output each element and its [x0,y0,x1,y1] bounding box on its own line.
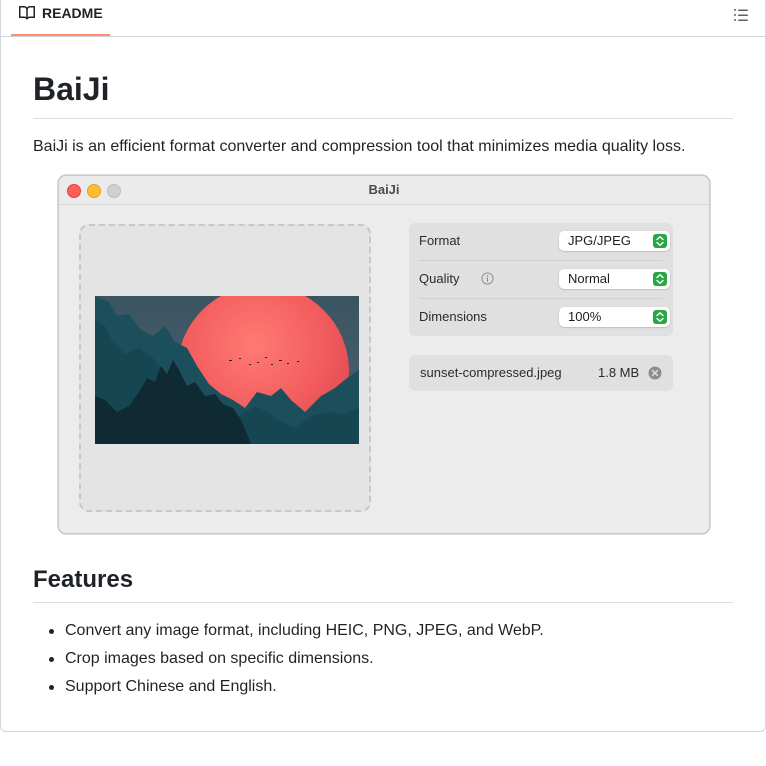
quality-value: Normal [568,271,610,286]
intro-paragraph: BaiJi is an efficient format converter a… [33,138,686,155]
sunset-mountain-image [95,296,359,444]
window-titlebar: BaiJi [59,176,709,205]
settings-panel: Format JPG/JPEG Quality Normal Dimension… [409,223,673,336]
app-screenshot: BaiJi Format JPG/JPEG Quality Normal Dim… [58,175,710,534]
format-value: JPG/JPEG [568,233,631,248]
list-item: Convert any image format, including HEIC… [33,621,544,649]
dimensions-select[interactable]: 100% [559,307,670,327]
list-item: Crop images based on specific dimensions… [33,649,544,677]
feature-text: Support Chinese and English. [65,678,277,695]
chevron-updown-icon [653,272,667,286]
list-item: Support Chinese and English. [33,677,544,705]
book-icon [19,5,36,20]
features-divider [33,602,733,603]
chevron-updown-icon [653,310,667,324]
chevron-updown-icon [653,234,667,248]
title-divider [33,118,733,119]
outline-button[interactable] [729,3,753,27]
setting-row-quality: Quality Normal [419,261,670,299]
feature-text: Crop images based on specific dimensions… [65,650,374,667]
bullet [49,657,54,662]
image-drop-zone [79,224,371,512]
window-title: BaiJi [368,182,400,197]
bullet [49,629,54,634]
close-circle-icon[interactable] [648,366,662,380]
feature-text: Convert any image format, including HEIC… [65,622,544,639]
file-name: sunset-compressed.jpeg [420,365,562,380]
features-list: Convert any image format, including HEIC… [33,621,544,705]
list-unordered-icon [734,9,748,21]
tab-readme[interactable]: README [11,0,110,36]
readme-header: README [1,0,765,37]
format-select[interactable]: JPG/JPEG [559,231,670,251]
file-size: 1.8 MB [598,365,640,380]
file-list-item[interactable]: sunset-compressed.jpeg 1.8 MB [409,355,673,391]
quality-label: Quality [419,271,460,286]
features-heading: Features [33,566,134,593]
dimensions-value: 100% [568,309,602,324]
quality-select[interactable]: Normal [559,269,670,289]
page-title: BaiJi [33,71,110,107]
setting-row-dimensions: Dimensions 100% [419,299,670,337]
setting-row-format: Format JPG/JPEG [419,223,670,261]
info-icon[interactable] [481,272,494,285]
dimensions-label: Dimensions [419,309,487,324]
bullet [49,685,54,690]
tab-readme-label: README [42,5,103,21]
format-label: Format [419,233,461,248]
